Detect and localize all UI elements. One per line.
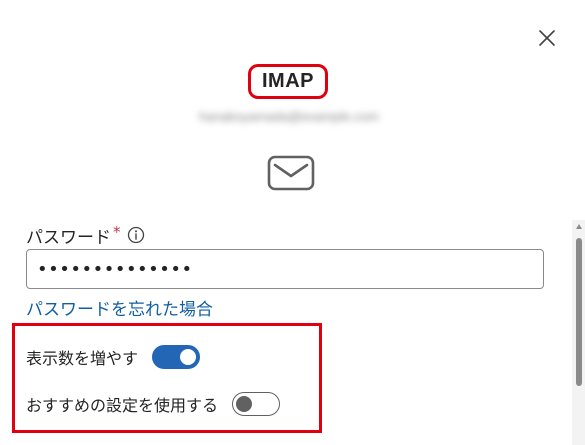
required-mark: * [113,223,121,241]
toggle-knob [180,349,197,365]
account-email: hanakoyamada@example.com [175,106,403,126]
password-input[interactable] [37,258,543,280]
password-label-row: パスワード * [26,223,145,248]
account-email-text: hanakoyamada@example.com [199,108,379,124]
toggle-row-recommended-settings: おすすめの設定を使用する [26,389,281,419]
scroll-up-arrow[interactable] [576,224,582,229]
scrollbar-thumb[interactable] [576,238,582,386]
dialog-title: IMAP [262,70,314,92]
close-icon [539,30,555,46]
password-field[interactable] [26,249,544,289]
imap-dialog: IMAP hanakoyamada@example.com パスワード * パス… [0,0,585,445]
password-label: パスワード [26,227,111,248]
close-button[interactable] [536,27,558,49]
toggle-label-more-items: 表示数を増やす [26,349,139,368]
toggle-recommended-settings[interactable] [232,392,281,416]
toggle-label-recommended-settings: おすすめの設定を使用する [26,396,219,415]
toggle-row-more-items: 表示数を増やす [26,342,201,372]
title-highlight: IMAP [248,64,328,99]
mail-icon [266,153,316,193]
toggle-knob [236,396,253,412]
forgot-password-link[interactable]: パスワードを忘れた場合 [26,295,213,320]
info-icon[interactable] [127,226,145,244]
toggle-more-items[interactable] [152,345,201,369]
